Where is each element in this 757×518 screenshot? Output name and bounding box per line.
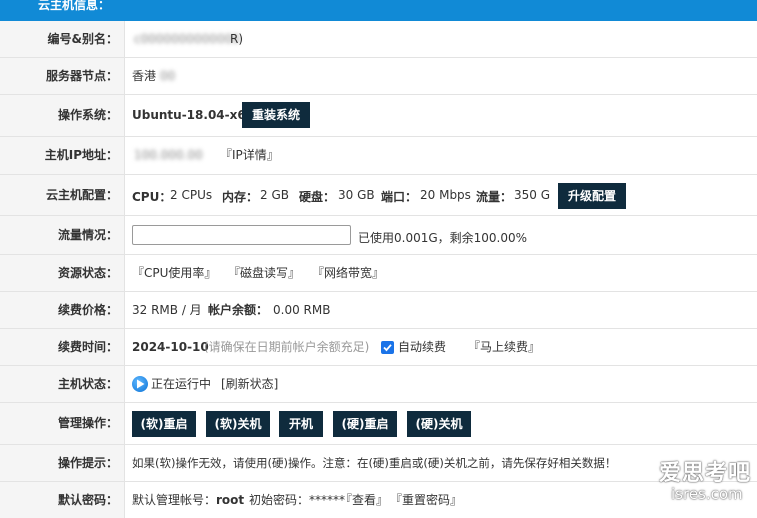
id-alias-label: 编号&别名： [0, 21, 125, 57]
row-config: 云主机配置： CPU： 2 CPUs 内存： 2 GB 硬盘： 30 GB 端口… [0, 175, 757, 216]
account-label: 默认管理帐号： [132, 493, 217, 507]
hard-shutdown-button[interactable]: (硬)关机 [407, 411, 471, 437]
os-label: 操作系统： [0, 95, 125, 136]
initial-password-label: 初始密码： [249, 493, 310, 507]
price-value: 32 RMB / 月 [132, 303, 202, 317]
hard-reboot-button[interactable]: (硬)重启 [333, 411, 397, 437]
status-text: 正在运行中 [151, 377, 212, 391]
cpu-value: 2 CPUs [170, 188, 213, 202]
renew-note: (请确保在日期前帐户余额充足) [204, 340, 370, 354]
port-value: 20 Mbps [420, 188, 471, 202]
row-id-alias: 编号&别名： c0000000000000 R) [0, 21, 757, 58]
panel-title: 云主机信息： [38, 0, 111, 12]
renew-date: 2024-10-10 [132, 340, 209, 354]
row-os: 操作系统： Ubuntu-18.04-x64 重装系统 [0, 95, 757, 137]
row-node: 服务器节点： 香港 00 [0, 58, 757, 95]
row-price: 续费价格： 32 RMB / 月 帐户余额： 0.00 RMB [0, 292, 757, 329]
reinstall-system-button[interactable]: 重装系统 [242, 102, 310, 128]
password-label: 默认密码： [0, 482, 125, 518]
auto-renew-checkbox[interactable] [381, 341, 394, 354]
row-tips: 操作提示： 如果(软)操作无效，请使用(硬)操作。注意：在(硬)重启或(硬)关机… [0, 445, 757, 482]
config-label: 云主机配置： [0, 175, 125, 215]
traffic-quota-label: 流量： [476, 190, 513, 204]
site-watermark: 爱思考吧 isres.com [655, 455, 755, 515]
account-value: root [216, 493, 245, 507]
ip-details-link[interactable]: 『IP详情』 [220, 137, 279, 174]
row-renew: 续费时间： 2024-10-10 (请确保在日期前帐户余额充足) 自动续费 『马… [0, 329, 757, 366]
tips-label: 操作提示： [0, 445, 125, 481]
ip-value-blurred: 100.000.00 [134, 148, 203, 162]
disk-value: 30 GB [338, 188, 375, 202]
checkmark-icon [383, 344, 392, 352]
resources-label: 资源状态： [0, 255, 125, 291]
auto-renew-label[interactable]: 自动续费 [398, 329, 446, 365]
refresh-status-link[interactable]: [刷新状态] [221, 366, 278, 402]
traffic-progress-bar [132, 225, 351, 245]
row-traffic: 流量情况： 已使用0.001G，剩余100.00% [0, 216, 757, 255]
row-ip: 主机IP地址： 100.000.00 『IP详情』 [0, 137, 757, 175]
upgrade-config-button[interactable]: 升级配置 [558, 183, 626, 209]
row-password: 默认密码： 默认管理帐号： root 初始密码： ****** 『查看』 『重置… [0, 482, 757, 518]
traffic-quota-value: 350 G [514, 188, 551, 202]
actions-label: 管理操作： [0, 403, 125, 444]
ip-label: 主机IP地址： [0, 137, 125, 174]
reset-password-link[interactable]: 『重置密码』 [390, 482, 462, 518]
watermark-cn: 爱思考吧 [659, 461, 752, 486]
row-resources: 资源状态： 『CPU使用率』 『磁盘读写』 『网络带宽』 [0, 255, 757, 292]
os-value: Ubuntu-18.04-x64 [132, 108, 255, 122]
disk-label: 硬盘： [299, 190, 336, 204]
cpu-label: CPU： [132, 190, 172, 204]
panel-header: 云主机信息： [0, 0, 757, 21]
price-label: 续费价格： [0, 292, 125, 328]
node-region: 香港 [132, 69, 157, 83]
id-value-blurred: c0000000000000 [134, 32, 240, 46]
view-password-link[interactable]: 『查看』 [340, 482, 388, 518]
power-on-button[interactable]: 开机 [279, 411, 323, 437]
node-label: 服务器节点： [0, 58, 125, 94]
traffic-summary: 已使用0.001G，剩余100.00% [358, 231, 528, 245]
renew-now-link[interactable]: 『马上续费』 [468, 329, 540, 365]
row-status: 主机状态： 正在运行中 [刷新状态] [0, 366, 757, 403]
disk-io-link[interactable]: 『磁盘读写』 [228, 255, 300, 291]
cpu-usage-link[interactable]: 『CPU使用率』 [132, 255, 216, 291]
status-label: 主机状态： [0, 366, 125, 402]
watermark-en: isres.com [671, 485, 743, 503]
soft-reboot-button[interactable]: (软)重启 [132, 411, 196, 437]
row-actions: 管理操作： (软)重启 (软)关机 开机 (硬)重启 (硬)关机 [0, 403, 757, 445]
traffic-label: 流量情况： [0, 216, 125, 254]
tips-text: 如果(软)操作无效，请使用(硬)操作。注意：在(硬)重启或(硬)关机之前，请先保… [132, 456, 617, 470]
node-sub-blurred: 00 [160, 69, 176, 83]
memory-label: 内存： [222, 190, 259, 204]
port-label: 端口： [381, 190, 418, 204]
network-bandwidth-link[interactable]: 『网络带宽』 [312, 255, 384, 291]
balance-value: 0.00 RMB [273, 303, 331, 317]
soft-shutdown-button[interactable]: (软)关机 [206, 411, 270, 437]
memory-value: 2 GB [260, 188, 289, 202]
renew-label: 续费时间： [0, 329, 125, 365]
alias-suffix: R) [230, 32, 244, 46]
running-play-icon [132, 376, 148, 392]
balance-label: 帐户余额： [208, 303, 269, 317]
